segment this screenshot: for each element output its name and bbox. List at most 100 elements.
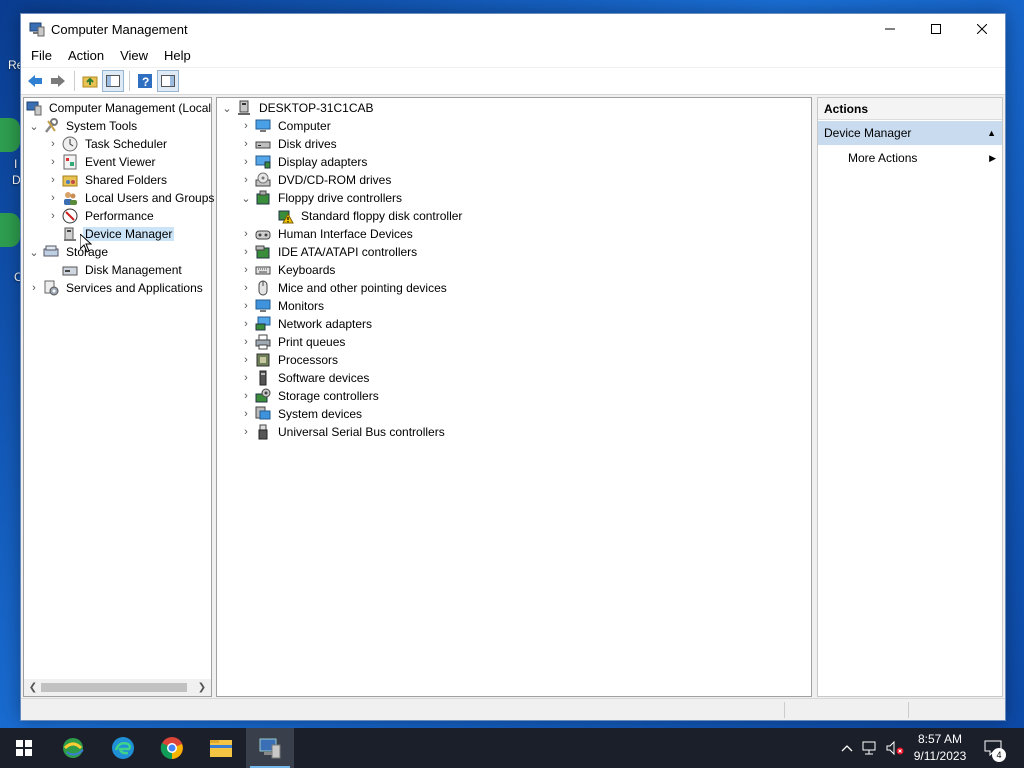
- device-category-computer[interactable]: › Computer: [240, 117, 333, 135]
- chevron-right-icon[interactable]: ›: [240, 279, 252, 297]
- chevron-down-icon[interactable]: ⌄: [28, 243, 40, 261]
- device-category-monitors[interactable]: › Monitors: [240, 297, 326, 315]
- chevron-down-icon[interactable]: ⌄: [240, 189, 252, 207]
- tree-item-disk-management[interactable]: Disk Management: [62, 261, 184, 279]
- scroll-right-icon[interactable]: ❯: [195, 680, 209, 695]
- tree-item-event-viewer[interactable]: › Event Viewer: [47, 153, 157, 171]
- tree-item-performance[interactable]: › Performance: [47, 207, 156, 225]
- device-tree-host[interactable]: ⌄ DESKTOP-31C1CAB: [221, 99, 376, 117]
- horizontal-scrollbar[interactable]: ❮ ❯: [24, 679, 211, 696]
- console-tree-pane[interactable]: Computer Management (Local ⌄ System Tool…: [23, 97, 214, 697]
- chevron-right-icon[interactable]: ›: [240, 171, 252, 189]
- tree-item-task-scheduler[interactable]: › Task Scheduler: [47, 135, 169, 153]
- tree-item-computer-management[interactable]: Computer Management (Local: [26, 99, 213, 117]
- forward-button[interactable]: [47, 70, 69, 92]
- tree-item-device-manager[interactable]: Device Manager: [62, 225, 175, 243]
- device-category-usb-controllers[interactable]: › Universal Serial Bus controllers: [240, 423, 447, 441]
- maximize-button[interactable]: [913, 14, 959, 44]
- chevron-down-icon[interactable]: ⌄: [221, 99, 233, 117]
- scroll-left-icon[interactable]: ❮: [26, 680, 40, 695]
- show-hide-action-pane-button[interactable]: [157, 70, 179, 92]
- computer-host-icon: [236, 100, 252, 116]
- back-button[interactable]: [24, 70, 46, 92]
- tree-item-services-and-applications[interactable]: › Services and Applications: [28, 279, 205, 297]
- network-tray-button[interactable]: [860, 728, 882, 768]
- device-category-ide-ata-atapi-controllers[interactable]: › IDE ATA/ATAPI controllers: [240, 243, 419, 261]
- volume-tray-button[interactable]: [884, 728, 906, 768]
- taskbar-app-chrome[interactable]: [148, 728, 196, 768]
- chevron-right-icon[interactable]: ›: [240, 135, 252, 153]
- device-category-display-adapters[interactable]: › Display adapters: [240, 153, 369, 171]
- device-category-dvd-cd-rom-drives[interactable]: › DVD/CD-ROM drives: [240, 171, 393, 189]
- chevron-right-icon[interactable]: ›: [240, 297, 252, 315]
- tree-item-shared-folders[interactable]: › Shared Folders: [47, 171, 169, 189]
- device-tree-pane[interactable]: ⌄ DESKTOP-31C1CAB › Computer › Disk driv…: [216, 97, 812, 697]
- tree-item-storage[interactable]: ⌄ Storage: [28, 243, 110, 261]
- chevron-right-icon[interactable]: ›: [47, 135, 59, 153]
- device-category-system-devices[interactable]: › System devices: [240, 405, 364, 423]
- chevron-right-icon[interactable]: ›: [240, 387, 252, 405]
- notifications-button[interactable]: [978, 728, 1008, 768]
- tree-item-system-tools[interactable]: ⌄ System Tools: [28, 117, 139, 135]
- device-category-software-devices[interactable]: › Software devices: [240, 369, 371, 387]
- chevron-right-icon[interactable]: ›: [47, 153, 59, 171]
- device-category-floppy-drive-controllers[interactable]: ⌄ Floppy drive controllers: [240, 189, 404, 207]
- device-category-storage-controllers[interactable]: › Storage controllers: [240, 387, 381, 405]
- taskbar-app-computer-management[interactable]: [246, 728, 294, 768]
- menu-action[interactable]: Action: [60, 45, 112, 67]
- clock-time: 8:57 AM: [917, 732, 963, 746]
- device-category-network-adapters[interactable]: › Network adapters: [240, 315, 374, 333]
- device-category-human-interface-devices[interactable]: › Human Interface Devices: [240, 225, 415, 243]
- chevron-right-icon[interactable]: ›: [240, 315, 252, 333]
- menu-file[interactable]: File: [23, 45, 60, 67]
- taskbar-app-file-explorer[interactable]: [197, 728, 245, 768]
- computer-management-icon: [26, 100, 42, 116]
- chevron-right-icon[interactable]: ›: [240, 153, 252, 171]
- chevron-right-icon[interactable]: ›: [240, 333, 252, 351]
- chevron-right-icon[interactable]: ›: [240, 261, 252, 279]
- show-hidden-icons-button[interactable]: [838, 728, 856, 768]
- toolbar: ?: [21, 68, 1005, 95]
- device-category-disk-drives[interactable]: › Disk drives: [240, 135, 339, 153]
- menu-help[interactable]: Help: [156, 45, 199, 67]
- actions-section-device-manager[interactable]: Device Manager ▲: [818, 121, 1002, 145]
- taskbar-app-1[interactable]: [50, 728, 98, 768]
- menu-view[interactable]: View: [112, 45, 156, 67]
- more-actions-link[interactable]: More Actions ▶: [848, 148, 1002, 168]
- chevron-right-icon[interactable]: ›: [240, 369, 252, 387]
- up-one-level-button[interactable]: [79, 70, 101, 92]
- desktop-app-icon[interactable]: [0, 118, 20, 152]
- chevron-right-icon[interactable]: ›: [28, 279, 40, 297]
- help-button[interactable]: ?: [134, 70, 156, 92]
- show-hide-console-tree-button[interactable]: [102, 70, 124, 92]
- title-bar[interactable]: Computer Management: [21, 14, 1005, 45]
- device-category-processors[interactable]: › Processors: [240, 351, 340, 369]
- chevron-right-icon[interactable]: ›: [240, 117, 252, 135]
- device-category-print-queues[interactable]: › Print queues: [240, 333, 347, 351]
- collapse-up-icon[interactable]: ▲: [987, 121, 996, 145]
- disk-drive-icon: [255, 136, 271, 152]
- chevron-right-icon[interactable]: ›: [240, 351, 252, 369]
- chevron-right-icon[interactable]: ›: [47, 171, 59, 189]
- chevron-up-icon: [841, 745, 853, 752]
- device-category-keyboards[interactable]: › Keyboards: [240, 261, 337, 279]
- chevron-right-icon[interactable]: ›: [240, 243, 252, 261]
- minimize-button[interactable]: [867, 14, 913, 44]
- close-button[interactable]: [959, 14, 1005, 44]
- device-floppy-controller[interactable]: Standard floppy disk controller: [278, 207, 464, 225]
- chevron-right-icon[interactable]: ›: [47, 207, 59, 225]
- desktop-app-icon[interactable]: [0, 213, 20, 247]
- chevron-right-icon[interactable]: ›: [47, 189, 59, 207]
- chevron-right-icon[interactable]: ›: [240, 225, 252, 243]
- taskbar-clock[interactable]: 8:57 AM 9/11/2023: [906, 731, 974, 765]
- taskbar-app-edge[interactable]: [99, 728, 147, 768]
- ide-controller-icon: [255, 244, 271, 260]
- scrollbar-thumb[interactable]: [41, 683, 187, 692]
- chevron-right-icon[interactable]: ›: [240, 405, 252, 423]
- device-category-mice-and-other-pointing-devices[interactable]: › Mice and other pointing devices: [240, 279, 449, 297]
- chevron-down-icon[interactable]: ⌄: [28, 117, 40, 135]
- chevron-right-icon[interactable]: ›: [240, 423, 252, 441]
- tree-item-local-users-and-groups[interactable]: › Local Users and Groups: [47, 189, 216, 207]
- start-button[interactable]: [0, 728, 48, 768]
- back-arrow-icon: [28, 75, 42, 87]
